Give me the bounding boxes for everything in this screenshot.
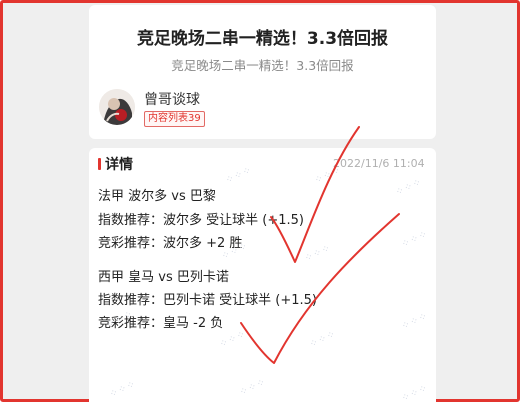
watermark-mark: ⁘⁘⁘ <box>237 376 269 399</box>
publish-date: 2022/11/6 11:04 <box>333 157 425 170</box>
watermark-mark: ⁘⁘⁘ <box>399 382 431 405</box>
author-name[interactable]: 曾哥谈球 <box>144 89 200 109</box>
article-subtitle: 竞足晚场二串一精选！3.3倍回报 <box>171 58 354 73</box>
watermark-mark: ⁘⁘⁘ <box>399 310 431 333</box>
author-avatar[interactable] <box>99 89 135 125</box>
watermark-mark: ⁘⁘⁘ <box>302 242 334 265</box>
match-line: 西甲 皇马 vs 巴列卡诺 <box>98 270 229 285</box>
handicap-pick: 指数推荐：波尔多 受让球半 (+1.5) <box>98 213 304 228</box>
article-title: 竞足晚场二串一精选！3.3倍回报 <box>136 29 389 49</box>
handicap-pick: 指数推荐：巴列卡诺 受让球半 (+1.5) <box>98 293 317 308</box>
watermark-mark: ⁘⁘⁘ <box>107 378 139 401</box>
content-list-badge[interactable]: 内容列表39 <box>144 111 205 127</box>
watermark-mark: ⁘⁘⁘ <box>223 164 255 187</box>
lottery-pick: 竞彩推荐：波尔多 +2 胜 <box>98 236 243 251</box>
section-accent-bar <box>98 158 101 170</box>
screenshot-frame: 竞足晚场二串一精选！3.3倍回报 竞足晚场二串一精选！3.3倍回报 曾哥谈球 内… <box>0 0 520 405</box>
watermark-mark: ⁘⁘⁘ <box>307 328 339 351</box>
watermark-mark: ⁘⁘⁘ <box>399 228 431 251</box>
avatar-image <box>99 89 135 125</box>
watermark-mark: ⁘⁘⁘ <box>312 164 344 187</box>
details-card: 详情 2022/11/6 11:04 法甲 波尔多 vs 巴黎 指数推荐：波尔多… <box>89 148 436 405</box>
watermark-mark: ⁘⁘⁘ <box>217 328 249 351</box>
details-section-title: 详情 <box>105 157 133 173</box>
match-line: 法甲 波尔多 vs 巴黎 <box>98 189 216 204</box>
article-header-card: 竞足晚场二串一精选！3.3倍回报 竞足晚场二串一精选！3.3倍回报 曾哥谈球 内… <box>89 5 436 139</box>
watermark-mark: ⁘⁘⁘ <box>393 176 425 199</box>
